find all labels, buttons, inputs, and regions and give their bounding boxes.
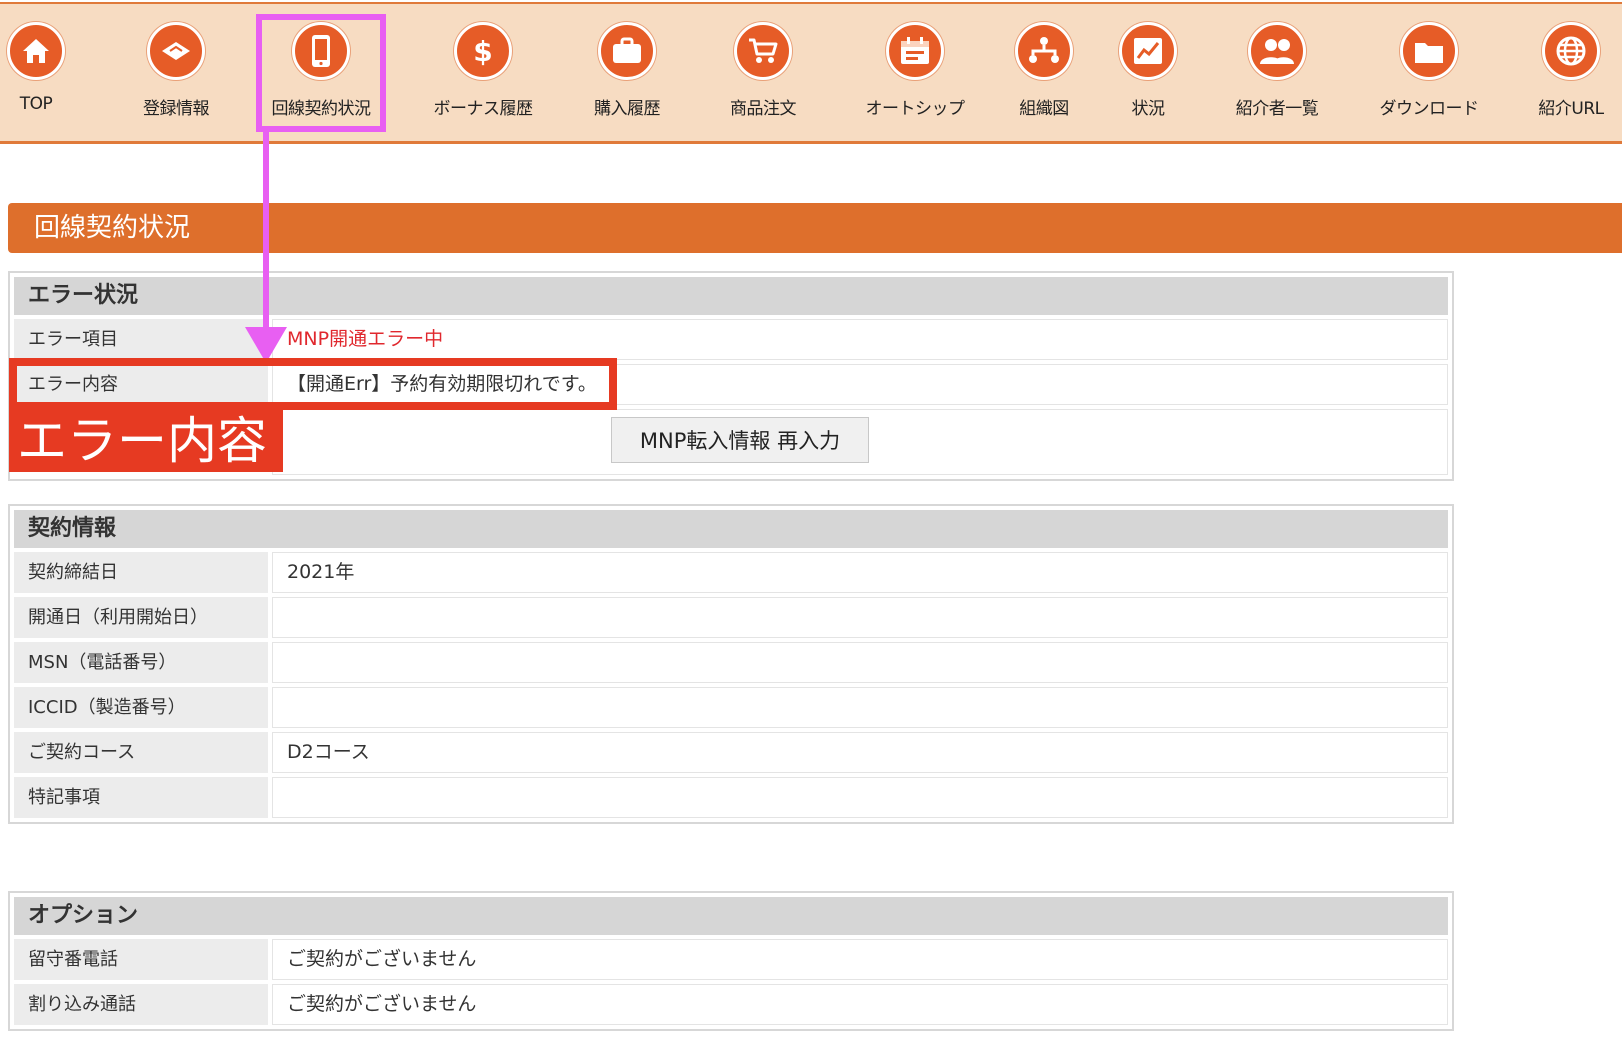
- page-title: 回線契約状況: [8, 203, 1622, 253]
- row-label: 特記事項: [14, 777, 268, 818]
- row-value: [272, 642, 1448, 683]
- nav-label: 紹介URL: [1538, 99, 1604, 119]
- error-item-value: MNP開通エラー中: [272, 319, 1448, 360]
- row-value: [272, 777, 1448, 818]
- card-icon: [147, 22, 205, 80]
- nav-label: 購入履歴: [594, 99, 661, 119]
- users-icon: [1248, 22, 1306, 80]
- row-value: [272, 687, 1448, 728]
- folder-icon: [1400, 22, 1458, 80]
- panel-title: 契約情報: [14, 510, 1448, 548]
- nav-item-top[interactable]: TOP: [0, 22, 106, 114]
- table-row: MSN（電話番号）: [14, 642, 1448, 683]
- table-row: 割り込み通話 ご契約がございません: [14, 984, 1448, 1025]
- table-row: エラー項目 MNP開通エラー中: [14, 319, 1448, 360]
- table-row: 開通日（利用開始日）: [14, 597, 1448, 638]
- panel-title: エラー状況: [14, 277, 1448, 315]
- nav-item-registration[interactable]: 登録情報: [106, 22, 246, 119]
- tree-icon: [1015, 22, 1073, 80]
- nav-label: 商品注文: [730, 99, 797, 119]
- row-label: 留守番電話: [14, 939, 268, 980]
- nav-label: ボーナス履歴: [433, 99, 534, 119]
- row-value: ご契約がございません: [272, 939, 1448, 980]
- nav-item-referrer-list[interactable]: 紹介者一覧: [1207, 22, 1347, 119]
- nav-item-autoship[interactable]: オートシップ: [845, 22, 985, 119]
- row-label: 割り込み通話: [14, 984, 268, 1025]
- table-row: ICCID（製造番号）: [14, 687, 1448, 728]
- home-icon: [7, 22, 65, 80]
- contract-info-panel: 契約情報 契約締結日 2021年 開通日（利用開始日） MSN（電話番号） IC…: [8, 504, 1454, 824]
- nav-item-bonus-history[interactable]: $ ボーナス履歴: [413, 22, 553, 119]
- row-label: MSN（電話番号）: [14, 642, 268, 683]
- annotation-arrow-line: [263, 132, 269, 330]
- nav-label: 紹介者一覧: [1235, 99, 1319, 119]
- nav-label: TOP: [19, 94, 53, 114]
- row-value: ご契約がございません: [272, 984, 1448, 1025]
- nav-item-download[interactable]: ダウンロード: [1359, 22, 1499, 119]
- nav-item-referral-url[interactable]: 紹介URL: [1501, 22, 1622, 119]
- annotation-label: エラー内容: [9, 410, 283, 472]
- cart-icon: [734, 22, 792, 80]
- table-row: 契約締結日 2021年: [14, 552, 1448, 593]
- row-value: 2021年: [272, 552, 1448, 593]
- table-row: 留守番電話 ご契約がございません: [14, 939, 1448, 980]
- nav-label: 登録情報: [143, 99, 210, 119]
- row-label: ご契約コース: [14, 732, 268, 773]
- nav-label: オートシップ: [865, 99, 966, 119]
- row-value: D2コース: [272, 732, 1448, 773]
- row-label: エラー項目: [14, 319, 268, 360]
- mnp-reinput-button[interactable]: MNP転入情報 再入力: [611, 417, 869, 463]
- top-navigation: TOP 登録情報 回線契約状況 $ ボーナス履歴 購入履歴 商品注文 オートシッ…: [0, 2, 1622, 144]
- row-label: 契約締結日: [14, 552, 268, 593]
- table-row: ご契約コース D2コース: [14, 732, 1448, 773]
- row-label: 開通日（利用開始日）: [14, 597, 268, 638]
- error-detail-highlight: [9, 358, 617, 410]
- calendar-icon: [886, 22, 944, 80]
- nav-label: ダウンロード: [1379, 99, 1480, 119]
- nav-item-purchase-history[interactable]: 購入履歴: [557, 22, 697, 119]
- table-row: 特記事項: [14, 777, 1448, 818]
- chart-icon: [1119, 22, 1177, 80]
- svg-text:$: $: [473, 35, 492, 68]
- nav-highlight-frame: [256, 14, 386, 132]
- nav-item-product-order[interactable]: 商品注文: [693, 22, 833, 119]
- briefcase-icon: [598, 22, 656, 80]
- globe-icon: [1542, 22, 1600, 80]
- row-value: [272, 597, 1448, 638]
- panel-title: オプション: [14, 897, 1448, 935]
- nav-label: 状況: [1131, 99, 1166, 119]
- dollar-icon: $: [454, 22, 512, 80]
- nav-item-status[interactable]: 状況: [1078, 22, 1218, 119]
- option-panel: オプション 留守番電話 ご契約がございません 割り込み通話 ご契約がございません: [8, 891, 1454, 1031]
- row-label: ICCID（製造番号）: [14, 687, 268, 728]
